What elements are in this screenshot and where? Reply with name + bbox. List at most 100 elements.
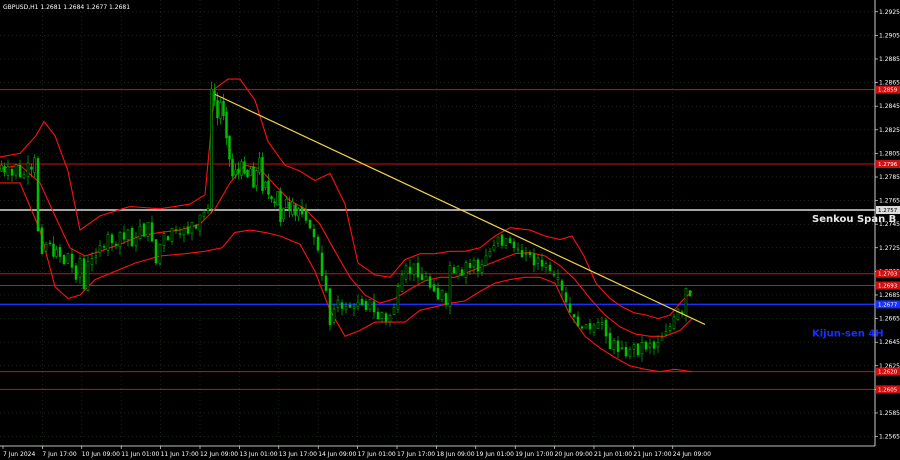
candle-body <box>448 265 452 307</box>
candle-body <box>98 245 102 253</box>
candle-body <box>26 162 30 177</box>
level-price-tag-text: 1.2605 <box>878 387 898 393</box>
level-price-tag-text: 1.2703 <box>878 272 898 278</box>
candle-body <box>528 252 532 256</box>
candle-body <box>552 274 556 276</box>
y-tick-label: 1.2645 <box>879 339 900 346</box>
candle-body <box>408 266 412 274</box>
level-price-tag-text: 1.2796 <box>878 162 898 168</box>
candle-body <box>10 168 14 176</box>
candle-body <box>384 313 388 322</box>
candle-body <box>352 306 356 309</box>
y-tick-label: 1.2825 <box>879 127 900 134</box>
candle-body <box>261 157 264 191</box>
candle-body <box>512 241 516 249</box>
candle-body <box>640 342 644 354</box>
candle-body <box>536 257 540 264</box>
candle-body <box>82 258 86 290</box>
candle-body <box>444 293 448 305</box>
x-tick-label: 12 Jun 09:00 <box>200 451 238 458</box>
candle-body <box>130 227 134 247</box>
x-tick-label: 13 Jun 17:00 <box>279 451 317 458</box>
candle-body <box>294 204 297 216</box>
x-tick-label: 13 Jun 01:00 <box>239 451 277 458</box>
level-price-tag-text: 1.2693 <box>878 284 898 290</box>
candle-body <box>572 314 576 318</box>
candle-body <box>600 322 604 325</box>
candle-body <box>304 210 308 221</box>
candle-body <box>504 238 508 246</box>
candle-body <box>243 161 246 174</box>
candle-body <box>596 322 600 330</box>
candle-body <box>279 190 282 223</box>
candle-body <box>174 229 178 231</box>
candle-body <box>234 169 237 175</box>
candle-body <box>94 255 98 258</box>
candle-body <box>102 246 106 248</box>
candle-body <box>48 242 52 245</box>
candle-body <box>520 250 524 258</box>
candle-body <box>368 299 372 310</box>
candle-body <box>150 222 154 242</box>
candle-body <box>472 260 476 268</box>
level-price-tag-text: 1.2859 <box>878 88 898 94</box>
candle-body <box>524 253 528 255</box>
candle-body <box>360 298 364 306</box>
y-tick-label: 1.2565 <box>879 434 900 441</box>
candle-body <box>273 201 276 204</box>
candle-body <box>255 170 258 187</box>
y-tick-label: 1.2865 <box>879 80 900 87</box>
candle-body <box>412 263 416 275</box>
y-tick-label: 1.2665 <box>879 316 900 323</box>
candle-body <box>162 233 166 246</box>
candle-body <box>158 243 162 264</box>
x-tick-label: 7 Jun 2024 <box>3 451 35 458</box>
bollinger-lower-line <box>0 182 693 373</box>
x-tick-label: 11 Jun 01:00 <box>121 451 159 458</box>
candle-body <box>432 284 436 292</box>
candle-body <box>488 251 492 257</box>
candle-body <box>0 164 3 172</box>
bollinger-upper-line <box>0 78 693 320</box>
candle-body <box>676 308 680 321</box>
y-tick-label: 1.2905 <box>879 32 900 39</box>
price-candles <box>0 81 692 362</box>
candle-body <box>388 315 392 323</box>
y-tick-label: 1.2805 <box>879 150 900 157</box>
candle-body <box>672 316 676 329</box>
candle-body <box>213 90 216 101</box>
candle-body <box>396 286 400 310</box>
level-annotation: Kijun-sen 4H <box>812 328 884 339</box>
candle-body <box>270 196 273 199</box>
candle-body <box>202 211 206 217</box>
candle-body <box>146 221 150 238</box>
candle-body <box>110 234 114 244</box>
candle-body <box>78 258 82 278</box>
level-price-tag-text: 1.2757 <box>878 208 898 214</box>
candle-body <box>628 349 632 357</box>
level-price-tag-text: 1.2677 <box>878 302 898 308</box>
candle-body <box>316 236 320 251</box>
candle-body <box>392 307 396 315</box>
candle-body <box>624 346 628 357</box>
candle-body <box>36 158 40 232</box>
candle-body <box>496 236 500 244</box>
candle-body <box>106 234 110 251</box>
candle-body <box>508 238 512 244</box>
candle-body <box>118 231 122 248</box>
candle-body <box>225 111 228 139</box>
candle-body <box>170 228 174 242</box>
x-tick-label: 24 Jun 09:00 <box>673 451 711 458</box>
candle-body <box>608 332 612 350</box>
y-tick-label: 1.2745 <box>879 221 900 228</box>
candle-body <box>58 247 62 257</box>
price-chart[interactable]: Senkou Span B 4HKijun-sen 4H 1.29251.290… <box>0 0 900 460</box>
x-tick-label: 20 Jun 09:00 <box>555 451 593 458</box>
candle-body <box>668 326 672 331</box>
candle-body <box>114 243 118 246</box>
candle-body <box>249 168 252 176</box>
candle-body <box>372 301 376 313</box>
candle-body <box>484 255 488 266</box>
candle-body <box>688 290 692 297</box>
candle-body <box>452 267 456 274</box>
